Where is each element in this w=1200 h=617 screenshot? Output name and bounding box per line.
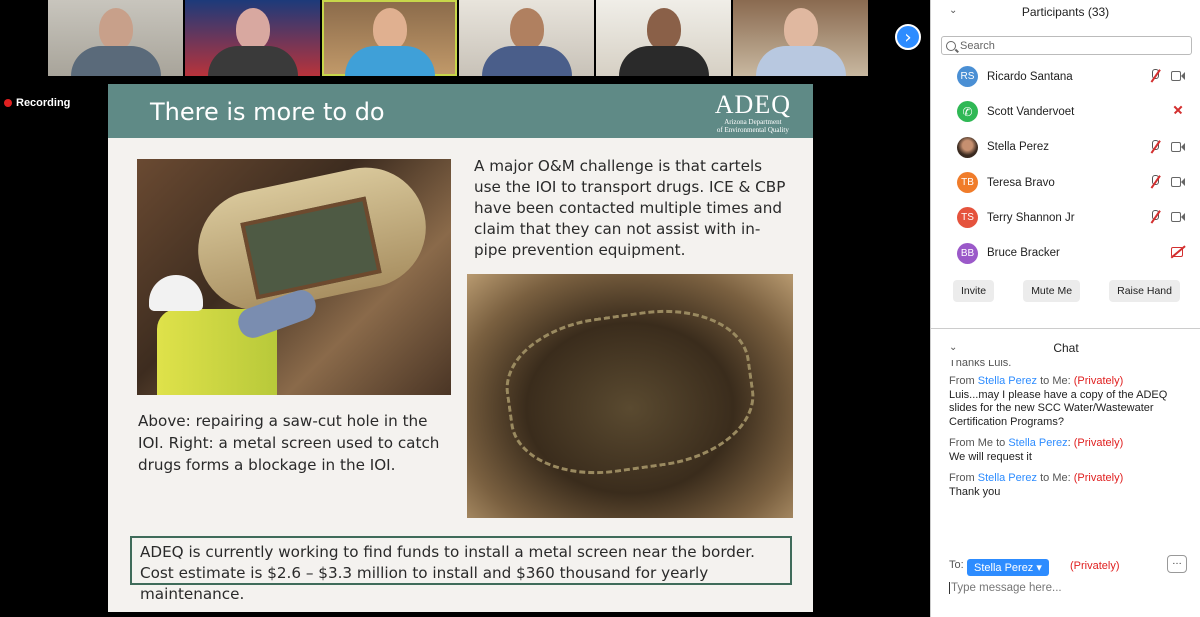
side-panel: ⌄ Participants (33) Search RS Ricardo San… bbox=[930, 0, 1200, 617]
chat-title: Chat bbox=[1053, 341, 1079, 355]
caret-down-icon: ▾ bbox=[1036, 562, 1042, 574]
participant-row[interactable]: TB Teresa Bravo bbox=[931, 165, 1200, 200]
mic-muted-icon[interactable] bbox=[1149, 139, 1161, 153]
video-thumb[interactable] bbox=[459, 0, 594, 76]
metal-screen-photo bbox=[467, 274, 793, 518]
participant-name: Terry Shannon Jr bbox=[987, 211, 1075, 224]
slide-challenge-text: A major O&M challenge is that cartels us… bbox=[474, 157, 786, 259]
phone-avatar-icon bbox=[957, 101, 978, 123]
participant-row[interactable]: BB Bruce Bracker bbox=[931, 235, 1200, 270]
participant-actions: Invite Mute Me Raise Hand bbox=[931, 279, 1200, 302]
adeq-logo-subtitle-2: of Environmental Quality bbox=[716, 126, 789, 134]
phone-muted-icon[interactable] bbox=[1171, 105, 1185, 116]
chat-message-text: Luis...may I please have a copy of the A… bbox=[949, 388, 1168, 428]
chat-header: ⌄ Chat bbox=[931, 338, 1200, 358]
slide-title: There is more to do bbox=[150, 98, 385, 126]
raise-hand-button[interactable]: Raise Hand bbox=[1109, 279, 1180, 302]
chat-message-meta: From Me to Stella Perez: (Privately) bbox=[949, 437, 1124, 449]
chat-message-cutoff: Thanks Luis. bbox=[949, 360, 1012, 367]
participant-name: Bruce Bracker bbox=[987, 247, 1060, 260]
pipe-repair-photo bbox=[137, 159, 451, 395]
text-caret bbox=[949, 582, 950, 594]
chat-privacy: (Privately) bbox=[1073, 437, 1124, 449]
search-icon bbox=[946, 40, 956, 51]
chat-message-input[interactable]: Type message here... bbox=[949, 582, 1189, 594]
video-thumb-active-speaker[interactable] bbox=[322, 0, 457, 76]
participant-list: RS Ricardo Santana Scott Vandervoet Stella … bbox=[931, 59, 1200, 271]
adeq-logo-subtitle-1: Arizona Department bbox=[724, 118, 782, 126]
chat-participant-name: Me bbox=[1052, 375, 1068, 387]
meeting-view: › Recording There is more to do ADEQ Ari… bbox=[0, 0, 930, 617]
chat-participant-name: Me bbox=[977, 437, 994, 449]
chat-input-placeholder: Type message here... bbox=[951, 582, 1062, 595]
participant-avatar: TS bbox=[957, 207, 978, 229]
mic-muted-icon[interactable] bbox=[1149, 69, 1161, 82]
participant-row[interactable]: TS Terry Shannon Jr bbox=[931, 200, 1200, 235]
chat-message: From Me to Stella Perez: (Privately) We w… bbox=[949, 437, 1189, 464]
video-off-icon[interactable] bbox=[1171, 246, 1185, 258]
video-thumb[interactable] bbox=[185, 0, 320, 76]
participant-row[interactable]: Stella Perez bbox=[931, 130, 1200, 165]
recipient-name: Stella Perez bbox=[974, 562, 1034, 574]
participant-avatar bbox=[957, 136, 978, 158]
adeq-logo: ADEQ Arizona Department of Environmental… bbox=[714, 90, 791, 135]
video-camera-icon[interactable] bbox=[1171, 176, 1185, 187]
panel-divider bbox=[931, 328, 1200, 329]
mic-muted-icon[interactable] bbox=[1149, 210, 1161, 223]
chevron-right-icon: › bbox=[904, 27, 912, 48]
participant-avatar: TB bbox=[957, 172, 978, 194]
video-thumb[interactable] bbox=[596, 0, 731, 76]
slide-photo-caption: Above: repairing a saw-cut hole in the I… bbox=[138, 412, 440, 474]
participant-avatar: RS bbox=[957, 66, 978, 88]
participant-name: Scott Vandervoet bbox=[987, 105, 1075, 118]
collapse-participants-icon[interactable]: ⌄ bbox=[949, 5, 957, 16]
chat-message: From Stella Perez to Me: (Privately) Luis… bbox=[949, 375, 1189, 429]
chat-participant-name: Me bbox=[1052, 472, 1068, 484]
chat-message-text: We will request it bbox=[949, 450, 1032, 463]
mute-me-button[interactable]: Mute Me bbox=[1023, 279, 1081, 302]
video-camera-icon[interactable] bbox=[1171, 70, 1185, 81]
participant-row[interactable]: RS Ricardo Santana bbox=[931, 59, 1200, 94]
participants-search-input[interactable]: Search bbox=[941, 36, 1192, 55]
chat-recipient-row: To: Stella Perez ▾ (Privately) … bbox=[949, 555, 1189, 576]
to-label: To: bbox=[949, 559, 964, 571]
video-thumb[interactable] bbox=[733, 0, 868, 76]
video-thumb[interactable] bbox=[48, 0, 183, 76]
recipient-dropdown[interactable]: Stella Perez ▾ bbox=[967, 559, 1049, 576]
chat-privacy: (Privately) bbox=[1073, 472, 1124, 484]
recording-label: Recording bbox=[16, 97, 71, 109]
chat-more-button[interactable]: … bbox=[1167, 555, 1187, 573]
next-videos-button[interactable]: › bbox=[895, 24, 921, 50]
participant-row[interactable]: Scott Vandervoet bbox=[931, 94, 1200, 129]
chat-participant-name: Stella Perez bbox=[977, 375, 1038, 387]
video-strip bbox=[48, 0, 868, 78]
video-camera-icon[interactable] bbox=[1171, 211, 1185, 223]
recording-dot-icon bbox=[4, 99, 12, 107]
participants-title: Participants (33) bbox=[1021, 5, 1110, 19]
recording-indicator: Recording bbox=[4, 97, 70, 109]
chat-message-meta: From Stella Perez to Me: (Privately) bbox=[949, 375, 1124, 387]
slide-header: There is more to do ADEQ Arizona Departm… bbox=[108, 84, 813, 138]
participant-name: Ricardo Santana bbox=[987, 70, 1073, 83]
video-camera-icon[interactable] bbox=[1171, 141, 1185, 152]
recipient-privacy: (Privately) bbox=[1070, 560, 1120, 572]
invite-button[interactable]: Invite bbox=[953, 279, 995, 302]
search-placeholder: Search bbox=[960, 39, 995, 52]
chat-participant-name: Stella Perez bbox=[977, 472, 1038, 484]
participant-avatar: BB bbox=[957, 242, 978, 264]
chat-message: From Stella Perez to Me: (Privately) Than… bbox=[949, 472, 1189, 499]
participant-name: Stella Perez bbox=[987, 141, 1050, 154]
adeq-logo-name: ADEQ bbox=[714, 90, 791, 119]
chat-message-text: Thank you bbox=[949, 485, 1001, 498]
shared-slide: There is more to do ADEQ Arizona Departm… bbox=[108, 84, 813, 612]
slide-cost-callout: ADEQ is currently working to find funds … bbox=[130, 536, 792, 603]
participants-header: ⌄ Participants (33) bbox=[931, 0, 1200, 24]
chat-participant-name: Stella Perez bbox=[1008, 437, 1068, 449]
chat-message-meta: From Stella Perez to Me: (Privately) bbox=[949, 472, 1124, 484]
chat-messages: Thanks Luis. From Stella Perez to Me: (P… bbox=[949, 360, 1189, 499]
participant-name: Teresa Bravo bbox=[987, 176, 1055, 189]
chat-privacy: (Privately) bbox=[1073, 375, 1124, 387]
mic-muted-icon[interactable] bbox=[1149, 174, 1161, 188]
